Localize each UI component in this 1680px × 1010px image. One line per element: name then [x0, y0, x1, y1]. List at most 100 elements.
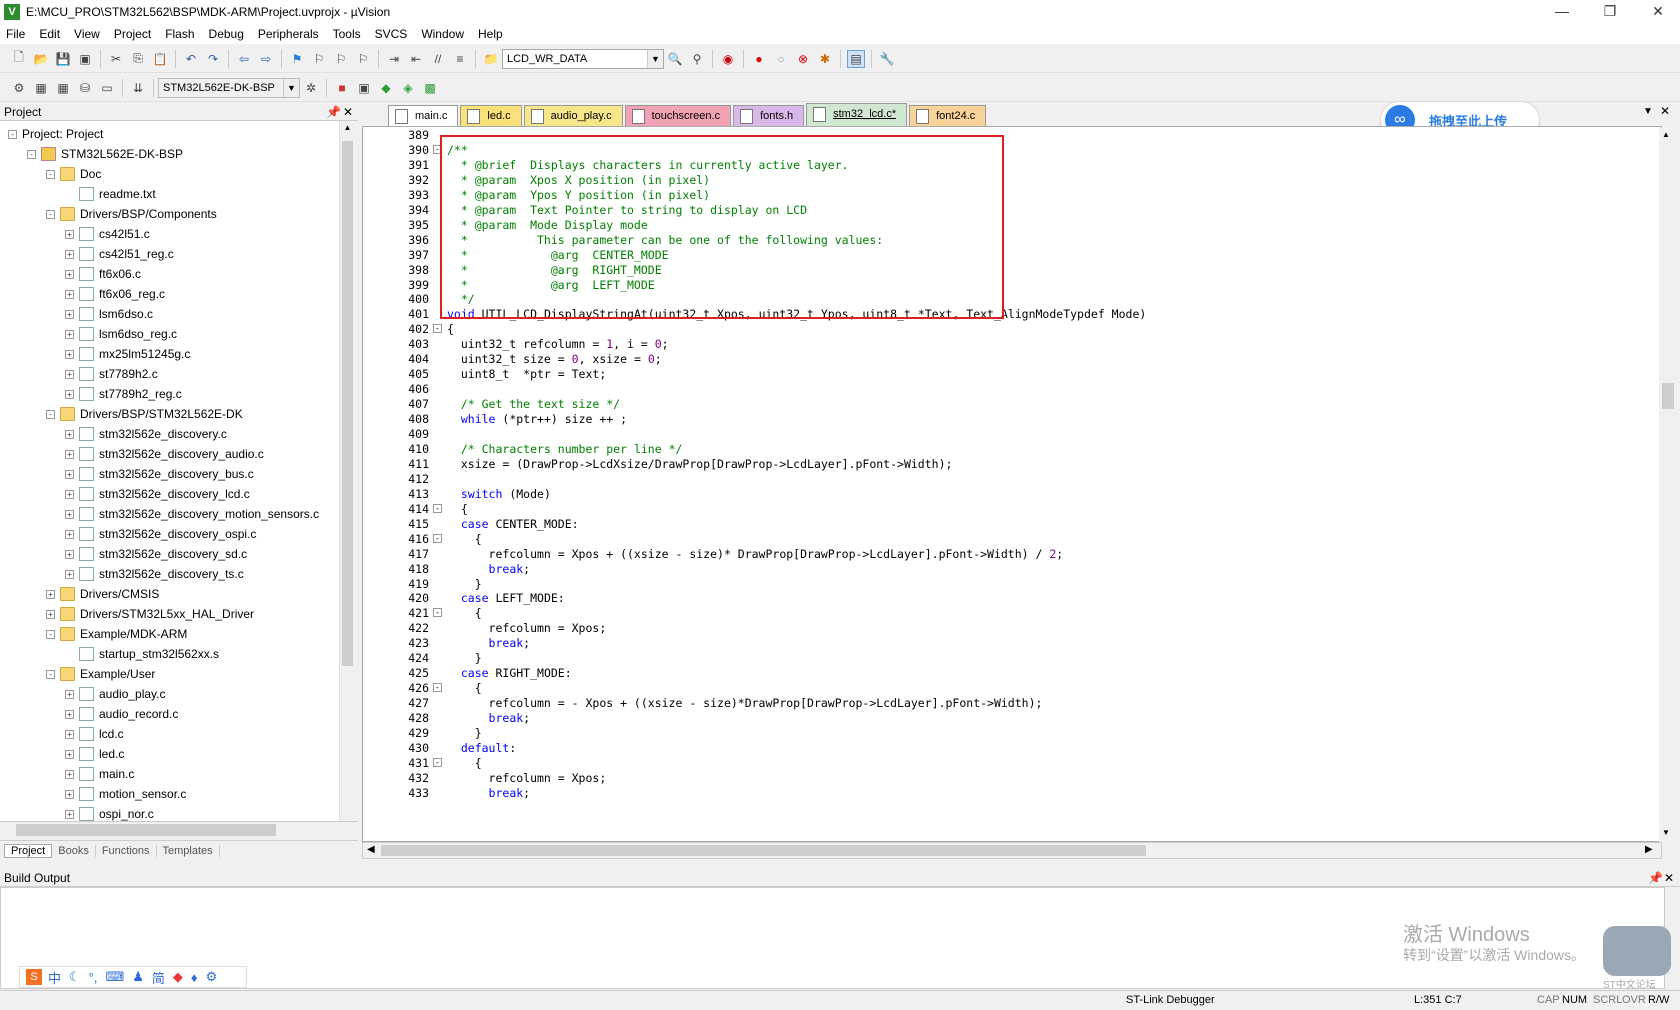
tree-folder[interactable]: - Drivers/BSP/STM32L562E-DK	[0, 404, 335, 424]
code-line[interactable]: break;	[447, 561, 531, 577]
code-line[interactable]: uint32_t size = 0, xsize = 0;	[447, 351, 662, 367]
close-panel-icon[interactable]: ✕	[343, 103, 353, 121]
menu-project[interactable]: Project	[114, 27, 151, 41]
tree-file[interactable]: + led.c	[0, 744, 335, 764]
disable-all-breakpoints-icon[interactable]: ✱	[816, 50, 834, 68]
menu-view[interactable]: View	[74, 27, 100, 41]
bookmark-icon[interactable]: ⚑	[288, 50, 306, 68]
code-line[interactable]: default:	[447, 740, 516, 756]
expand-icon[interactable]: +	[65, 730, 74, 739]
code-line[interactable]: uint8_t *ptr = Text;	[447, 366, 606, 382]
editor-vscrollbar[interactable]: ▲ ▼	[1659, 128, 1677, 842]
ime-keyboard-icon[interactable]: ⌨	[105, 969, 124, 985]
tree-folder[interactable]: - Example/User	[0, 664, 335, 684]
nav-back-icon[interactable]: ⇦	[235, 50, 253, 68]
indent-icon[interactable]: ⇥	[385, 50, 403, 68]
code-line[interactable]: xsize = (DrawProp->LcdXsize/DrawProp[Dra…	[447, 456, 953, 472]
expand-icon[interactable]: +	[65, 310, 74, 319]
scroll-left-icon[interactable]: ◀	[367, 844, 375, 855]
menu-file[interactable]: File	[6, 27, 25, 41]
pin-icon[interactable]: 📌	[326, 103, 341, 121]
tree-file[interactable]: + st7789h2_reg.c	[0, 384, 335, 404]
download-icon[interactable]: ⇊	[129, 79, 147, 97]
editor-scroll-thumb[interactable]	[1662, 383, 1674, 409]
tab-functions[interactable]: Functions	[96, 844, 157, 857]
tree-folder[interactable]: + Drivers/CMSIS	[0, 584, 335, 604]
tree-file[interactable]: readme.txt	[0, 184, 335, 204]
expand-icon[interactable]: +	[65, 550, 74, 559]
chevron-down-icon[interactable]: ▼	[283, 78, 299, 97]
build-output-area[interactable]: 激活 Windows 转到“设置”以激活 Windows。 ST中文论坛 S 中…	[0, 887, 1671, 991]
menu-edit[interactable]: Edit	[39, 27, 60, 41]
tabs-dropdown-icon[interactable]: ▼	[1643, 106, 1653, 117]
file-tab[interactable]: audio_play.c	[523, 105, 623, 126]
new-file-icon[interactable]: 🗋	[10, 50, 28, 68]
incremental-find-icon[interactable]: ⚲	[688, 50, 706, 68]
tab-books[interactable]: Books	[52, 844, 96, 857]
collapse-icon[interactable]: -	[46, 170, 55, 179]
collapse-icon[interactable]: -	[46, 210, 55, 219]
tree-project[interactable]: - STM32L562E-DK-BSP	[0, 144, 335, 164]
menu-peripherals[interactable]: Peripherals	[258, 27, 319, 41]
uncomment-icon[interactable]: ≡	[451, 50, 469, 68]
breakpoint-icon[interactable]: ●	[750, 50, 768, 68]
pin-icon[interactable]: 📌	[1648, 869, 1663, 887]
tree-file[interactable]: + stm32l562e_discovery_bus.c	[0, 464, 335, 484]
undo-icon[interactable]: ↶	[182, 50, 200, 68]
expand-icon[interactable]: +	[65, 270, 74, 279]
close-button[interactable]: ✕	[1638, 0, 1678, 24]
code-line[interactable]: refcolumn = Xpos;	[447, 620, 607, 636]
code-line[interactable]: switch (Mode)	[447, 486, 551, 502]
ime-settings-icon[interactable]: ⚙	[206, 969, 218, 985]
expand-icon[interactable]: +	[65, 390, 74, 399]
debug-session-icon[interactable]: ◉	[719, 50, 737, 68]
next-bookmark-icon[interactable]: ⚐	[332, 50, 350, 68]
disable-breakpoint-icon[interactable]: ○	[772, 50, 790, 68]
manage-project-icon[interactable]: ■	[333, 79, 351, 97]
fold-toggle-icon[interactable]: -	[433, 504, 442, 513]
code-line[interactable]: /* Characters number per line */	[447, 441, 683, 457]
find-combo[interactable]: LCD_WR_DATA ▼	[502, 48, 664, 69]
redo-icon[interactable]: ↷	[204, 50, 222, 68]
tree-folder[interactable]: - Drivers/BSP/Components	[0, 204, 335, 224]
tab-templates[interactable]: Templates	[157, 844, 220, 857]
tree-file[interactable]: + stm32l562e_discovery_audio.c	[0, 444, 335, 464]
tree-file[interactable]: + stm32l562e_discovery_motion_sensors.c	[0, 504, 335, 524]
collapse-icon[interactable]: -	[27, 150, 36, 159]
editor-hscroll-thumb[interactable]	[381, 845, 1146, 856]
code-line[interactable]: case RIGHT_MODE:	[447, 665, 572, 681]
tree-file[interactable]: + audio_record.c	[0, 704, 335, 724]
clear-bookmarks-icon[interactable]: ⚐	[354, 50, 372, 68]
chevron-down-icon[interactable]: ▼	[647, 49, 663, 68]
tree-file[interactable]: startup_stm32l562xx.s	[0, 644, 335, 664]
editor-hscrollbar[interactable]: ◀ ▶	[362, 842, 1662, 859]
nav-forward-icon[interactable]: ⇨	[257, 50, 275, 68]
target-options-icon[interactable]: ✲	[302, 79, 320, 97]
fold-toggle-icon[interactable]: -	[433, 324, 442, 333]
menu-svcs[interactable]: SVCS	[375, 27, 408, 41]
collapse-icon[interactable]: -	[46, 410, 55, 419]
tree-file[interactable]: + stm32l562e_discovery_ts.c	[0, 564, 335, 584]
comment-icon[interactable]: //	[429, 50, 447, 68]
expand-icon[interactable]: +	[65, 350, 74, 359]
menu-tools[interactable]: Tools	[333, 27, 361, 41]
save-icon[interactable]: 💾	[54, 50, 72, 68]
expand-icon[interactable]: +	[65, 750, 74, 759]
pack-installer-icon[interactable]: ◈	[399, 79, 417, 97]
expand-icon[interactable]: +	[65, 290, 74, 299]
tree-project[interactable]: - Project: Project	[0, 124, 335, 144]
expand-icon[interactable]: +	[65, 810, 74, 819]
code-line[interactable]: break;	[447, 785, 531, 801]
collapse-icon[interactable]: -	[46, 670, 55, 679]
tree-folder[interactable]: + Drivers/STM32L5xx_HAL_Driver	[0, 604, 335, 624]
tree-file[interactable]: + cs42l51_reg.c	[0, 244, 335, 264]
translate-icon[interactable]: ⚙	[10, 79, 28, 97]
code-line[interactable]: case CENTER_MODE:	[447, 516, 579, 532]
menu-flash[interactable]: Flash	[165, 27, 194, 41]
ime-punct-icon[interactable]: °,	[89, 970, 98, 985]
select-packs-icon[interactable]: ▩	[421, 79, 439, 97]
scroll-down-icon[interactable]: ▼	[1662, 828, 1670, 837]
code-line[interactable]: {	[447, 531, 482, 547]
tree-file[interactable]: + motion_sensor.c	[0, 784, 335, 804]
tree-file[interactable]: + ospi_nor.c	[0, 804, 335, 821]
